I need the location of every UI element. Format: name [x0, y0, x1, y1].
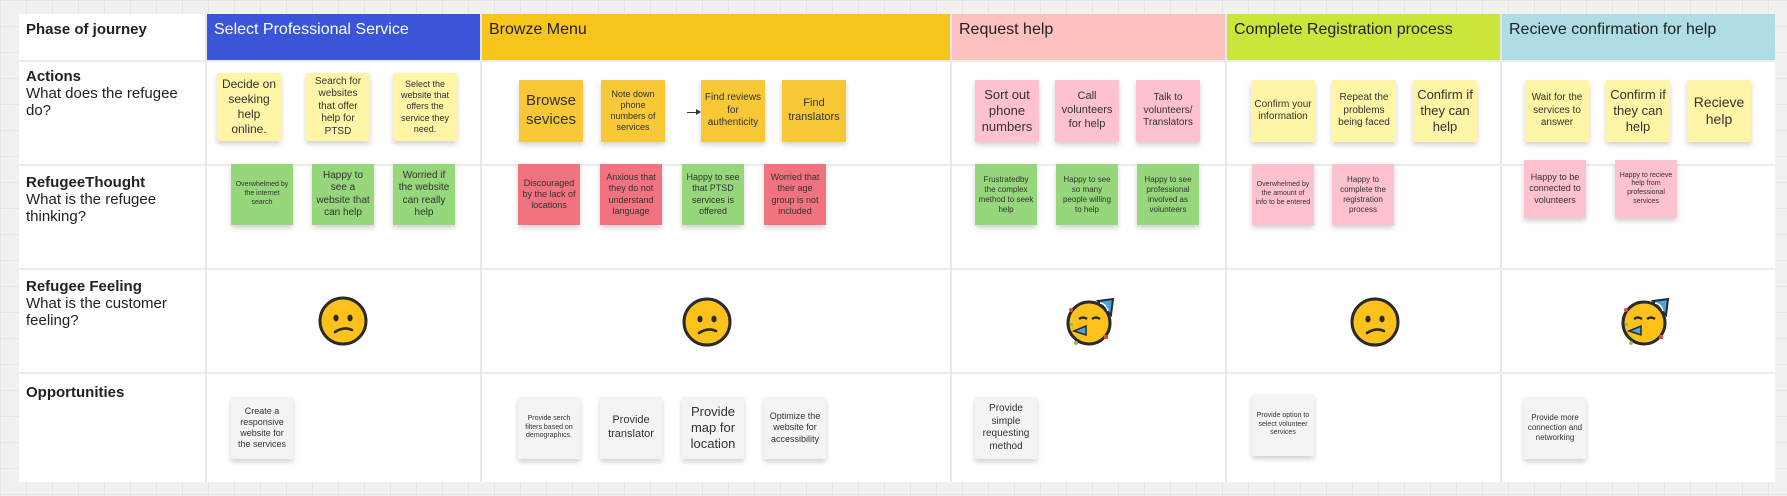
party-face-icon	[1066, 297, 1115, 346]
thought-sticky-note[interactable]: Worried if the website can really help	[393, 164, 455, 225]
row-label-subtitle: What does the refugee do?	[26, 85, 178, 119]
phase-header[interactable]: Request help	[952, 14, 1225, 60]
confused-face-icon	[318, 296, 368, 346]
thought-sticky-note[interactable]: Happy to see a website that can help	[312, 164, 374, 225]
opportunity-sticky-note[interactable]: Provide serch filters based on demograph…	[518, 397, 580, 459]
thought-sticky-note[interactable]: Frustratedby the complex method to seek …	[975, 164, 1037, 225]
thought-sticky-note[interactable]: Overwhelmed by the amount of info to be …	[1252, 164, 1314, 225]
row-divider	[19, 372, 1775, 374]
phase-header[interactable]: Browze Menu	[482, 14, 950, 60]
action-sticky-note[interactable]: Recieve help	[1687, 80, 1751, 142]
phase-header-label: Complete Registration process	[1234, 21, 1453, 38]
thought-sticky-note[interactable]: Happy to be connected to volunteers	[1524, 160, 1586, 218]
action-sticky-note[interactable]: Browse sevices	[519, 80, 583, 142]
row-label-actions: Actions What does the refugee do?	[26, 68, 186, 119]
flow-arrow-icon	[687, 109, 701, 115]
thought-sticky-note[interactable]: Happy to see that PTSD services is offer…	[682, 164, 744, 225]
opportunity-sticky-note[interactable]: Provide more connection and networking	[1524, 397, 1586, 459]
action-sticky-note[interactable]: Repeat the problems being faced	[1332, 80, 1396, 142]
action-sticky-note[interactable]: Confirm if they can help	[1413, 80, 1477, 142]
row-label-title: Opportunities	[26, 384, 125, 401]
opportunity-sticky-note[interactable]: Optimize the website for accessibility	[764, 397, 826, 459]
column-divider	[205, 14, 207, 482]
row-label-phase: Phase of journey	[26, 21, 147, 38]
journey-map-board: Phase of journey Actions What does the r…	[19, 14, 1775, 482]
opportunity-sticky-note[interactable]: Provide simple requesting method	[975, 397, 1037, 459]
row-label-title: Refugee Feeling	[26, 278, 142, 295]
phase-header[interactable]: Complete Registration process	[1227, 14, 1500, 60]
column-divider	[1500, 14, 1502, 482]
row-label-feeling: Refugee Feeling What is the customer fee…	[26, 278, 186, 329]
row-label-subtitle: What is the refugee thinking?	[26, 191, 157, 225]
action-sticky-note[interactable]: Find reviews for authenticity	[701, 80, 765, 142]
thought-sticky-note[interactable]: Discouraged by the lack of locations	[518, 164, 580, 225]
thought-sticky-note[interactable]: Happy to see so many people willing to h…	[1056, 164, 1118, 225]
thought-sticky-note[interactable]: Happy to see professional involved as vo…	[1137, 164, 1199, 225]
opportunity-sticky-note[interactable]: Provide option to select volunteer servi…	[1252, 394, 1314, 456]
confused-face-icon	[1350, 297, 1400, 347]
row-label-title: Actions	[26, 68, 82, 85]
row-divider	[19, 268, 1775, 270]
action-sticky-note[interactable]: Wait for the services to answer	[1525, 80, 1589, 142]
phase-header-label: Recieve confirmation for help	[1509, 21, 1717, 38]
thought-sticky-note[interactable]: Happy to recieve help from professional …	[1615, 160, 1677, 218]
phase-header-label: Request help	[959, 21, 1054, 38]
column-divider	[480, 14, 482, 482]
action-sticky-note[interactable]: Confirm your information	[1251, 80, 1315, 142]
action-sticky-note[interactable]: Sort out phone numbers	[975, 80, 1039, 142]
party-face-icon	[1621, 297, 1670, 346]
column-divider	[950, 14, 952, 482]
opportunity-sticky-note[interactable]: Create a responsive website for the serv…	[231, 397, 293, 459]
row-label-thought: RefugeeThought What is the refugee think…	[26, 174, 186, 225]
action-sticky-note[interactable]: Note down phone numbers of services	[601, 80, 665, 142]
action-sticky-note[interactable]: Confirm if they can help	[1606, 80, 1670, 142]
phase-header[interactable]: Recieve confirmation for help	[1502, 14, 1775, 60]
thought-sticky-note[interactable]: Overwhelmed by the internet search	[231, 164, 293, 225]
thought-sticky-note[interactable]: Anxious that they do not understand lang…	[600, 164, 662, 225]
row-label-opportunities: Opportunities	[26, 384, 124, 401]
action-sticky-note[interactable]: Select the website that offers the servi…	[393, 73, 457, 141]
thought-sticky-note[interactable]: Happy to complete the registration proce…	[1332, 164, 1394, 225]
thought-sticky-note[interactable]: Worried that their age group is not incl…	[764, 164, 826, 225]
action-sticky-note[interactable]: Decide on seeking help online.	[217, 73, 281, 141]
opportunity-sticky-note[interactable]: Provide map for location	[682, 397, 744, 459]
phase-header[interactable]: Select Professional Service	[207, 14, 480, 60]
action-sticky-note[interactable]: Talk to volunteers/ Translators	[1136, 80, 1200, 142]
row-label-title: Phase of journey	[26, 21, 147, 38]
column-divider	[1225, 14, 1227, 482]
row-divider	[19, 60, 1775, 62]
action-sticky-note[interactable]: Search for websites that offer help for …	[306, 73, 370, 141]
opportunity-sticky-note[interactable]: Provide translator	[600, 397, 662, 459]
action-sticky-note[interactable]: Find translators	[782, 80, 846, 142]
confused-face-icon	[682, 297, 732, 347]
row-label-title: RefugeeThought	[26, 174, 146, 191]
phase-header-label: Select Professional Service	[214, 21, 409, 38]
action-sticky-note[interactable]: Call volunteers for help	[1055, 80, 1119, 142]
row-label-subtitle: What is the customer feeling?	[26, 295, 167, 329]
phase-header-label: Browze Menu	[489, 21, 587, 38]
